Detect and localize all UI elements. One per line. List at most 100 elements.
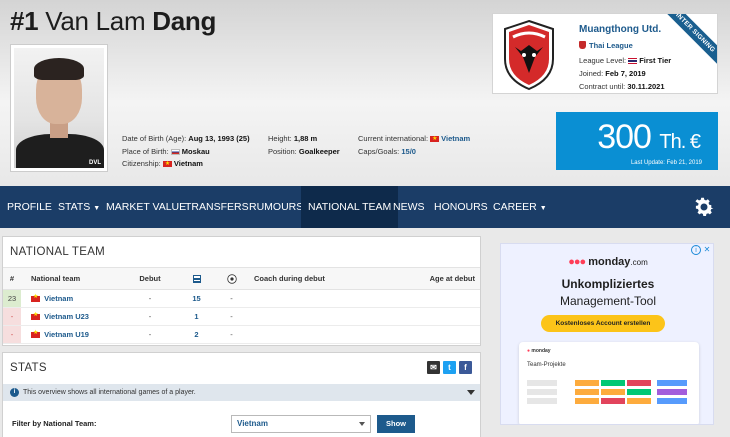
nav-label: PROFILE xyxy=(7,201,52,213)
header-coach[interactable]: Coach during debut xyxy=(249,267,381,290)
dob-value: Aug 13, 1993 (25) xyxy=(188,134,250,143)
joined-value: Feb 7, 2019 xyxy=(605,69,646,78)
league-link[interactable]: Thai League xyxy=(589,41,633,50)
info-column-1: Date of Birth (Age): Aug 13, 1993 (25) P… xyxy=(122,133,250,171)
show-button[interactable]: Show xyxy=(377,415,415,433)
joined-label: Joined: xyxy=(579,69,604,78)
monday-logo-icon: ●●● xyxy=(568,256,586,268)
level-label: League Level: xyxy=(579,56,627,65)
nav-label: NATIONAL TEAM xyxy=(308,201,392,213)
mock-row xyxy=(527,389,692,395)
row-coach xyxy=(249,289,381,308)
level-value: First Tier xyxy=(639,56,672,65)
table-row: - Vietnam U23 - 1 - xyxy=(3,307,480,326)
header-caps[interactable] xyxy=(179,267,214,290)
nav-label: CAREER xyxy=(493,201,537,213)
mock-brand-text: monday xyxy=(531,348,551,354)
header-debut[interactable]: Debut xyxy=(121,267,179,290)
row-debut: - xyxy=(121,325,179,344)
row-age xyxy=(381,289,480,308)
row-age xyxy=(381,307,480,326)
national-team-select[interactable]: Vietnam xyxy=(231,415,371,433)
row-team: Vietnam U23 xyxy=(21,307,121,326)
thailand-flag-icon xyxy=(628,58,638,64)
row-coach xyxy=(249,307,381,326)
row-caps[interactable]: 1 xyxy=(179,307,214,326)
height-label: Height: xyxy=(268,134,292,143)
market-value-number: 300 xyxy=(597,118,652,156)
row-age xyxy=(381,325,480,344)
nav-career[interactable]: CAREER ▼ xyxy=(486,186,554,228)
club-name-link[interactable]: Muangthong Utd. xyxy=(579,24,661,35)
ad-brand: monday xyxy=(588,256,631,268)
current-intl-link[interactable]: Vietnam xyxy=(441,134,470,143)
ad-close-icon[interactable]: ✕ xyxy=(702,245,712,255)
current-intl-label: Current international: xyxy=(358,134,429,143)
nav-honours[interactable]: HONOURS xyxy=(427,186,495,228)
mock-row xyxy=(527,380,692,386)
market-value-box[interactable]: 300 Th. € Last Update: Feb 21, 2019 xyxy=(556,112,718,170)
nav-label: NEWS xyxy=(393,201,425,213)
nav-label: RUMOURS xyxy=(249,201,304,213)
club-crest-icon[interactable] xyxy=(501,19,557,91)
monday-ad[interactable]: i ✕ ●●● monday.com Unkompliziertes Manag… xyxy=(500,243,714,425)
header-age[interactable]: Age at debut xyxy=(381,267,480,290)
info-column-2: Height: 1,88 m Position: Goalkeeper xyxy=(268,133,340,158)
ad-brand-suffix: .com xyxy=(630,258,648,267)
ad-logo: ●●● monday.com xyxy=(501,256,713,268)
row-caps[interactable]: 2 xyxy=(179,325,214,344)
row-debut: - xyxy=(121,307,179,326)
nav-national-team[interactable]: NATIONAL TEAM xyxy=(301,186,399,228)
height-value: 1,88 m xyxy=(293,134,318,143)
mock-project-title: Team-Projekte xyxy=(527,362,566,368)
stats-box: STATS ✉ t f i This overview shows all in… xyxy=(2,352,481,437)
player-first-name: Van Lam xyxy=(45,6,146,36)
facebook-share-icon[interactable]: f xyxy=(459,361,472,374)
citizenship-value: Vietnam xyxy=(173,159,203,168)
player-photo[interactable]: DVL xyxy=(10,44,108,172)
header-national-team[interactable]: National team xyxy=(21,267,121,290)
vietnam-flag-icon xyxy=(430,133,440,146)
ad-signup-button[interactable]: Kostenloses Account erstellen xyxy=(541,315,665,332)
vietnam-flag-icon xyxy=(31,293,40,302)
nav-label: MARKET VALUE xyxy=(106,201,187,213)
club-info-box: Muangthong Utd. Thai League League Level… xyxy=(492,13,718,94)
nav-rumours[interactable]: RUMOURS xyxy=(242,186,310,228)
shirt-icon xyxy=(192,274,201,283)
caret-down-icon: ▼ xyxy=(539,205,547,212)
row-idx: 23 xyxy=(3,289,21,308)
gear-icon[interactable] xyxy=(692,195,716,219)
row-idx: - xyxy=(3,325,21,344)
row-goals: - xyxy=(214,325,249,344)
ad-subtitle: Management-Tool xyxy=(559,294,657,308)
player-header: #1 Van Lam Dang DVL Date of Birth (Age):… xyxy=(0,0,730,186)
info-column-3: Current international: Vietnam Caps/Goal… xyxy=(358,133,470,158)
market-value-amount: 300 Th. € xyxy=(597,118,701,157)
citizenship-label: Citizenship: xyxy=(122,159,161,168)
header-idx: # xyxy=(3,267,21,290)
nav-news[interactable]: NEWS xyxy=(386,186,432,228)
email-share-icon[interactable]: ✉ xyxy=(427,361,440,374)
team-link[interactable]: Vietnam U19 xyxy=(44,330,89,339)
caps-value[interactable]: 15/0 xyxy=(401,147,416,156)
nav-label: HONOURS xyxy=(434,201,488,213)
header-goals[interactable] xyxy=(214,267,249,290)
row-team: Vietnam U19 xyxy=(21,325,121,344)
position-value: Goalkeeper xyxy=(298,146,340,156)
team-link[interactable]: Vietnam U23 xyxy=(44,312,89,321)
ad-info-icon[interactable]: i xyxy=(691,245,701,255)
twitter-share-icon[interactable]: t xyxy=(443,361,456,374)
vietnam-flag-icon xyxy=(162,158,172,171)
player-name: #1 Van Lam Dang xyxy=(10,6,216,37)
dob-label: Date of Birth (Age): xyxy=(122,134,187,143)
info-icon: i xyxy=(10,388,19,397)
ball-icon xyxy=(226,273,237,284)
mock-row xyxy=(527,398,692,404)
monday-logo-icon: ● xyxy=(527,348,531,354)
team-link[interactable]: Vietnam xyxy=(44,294,73,303)
mock-brand: ● monday xyxy=(527,348,551,354)
row-goals: - xyxy=(214,289,249,308)
main-nav: PROFILE STATS ▼ MARKET VALUE TRANSFERS RU… xyxy=(0,186,730,228)
row-caps[interactable]: 15 xyxy=(179,289,214,308)
collapse-triangle-icon[interactable] xyxy=(467,390,475,395)
